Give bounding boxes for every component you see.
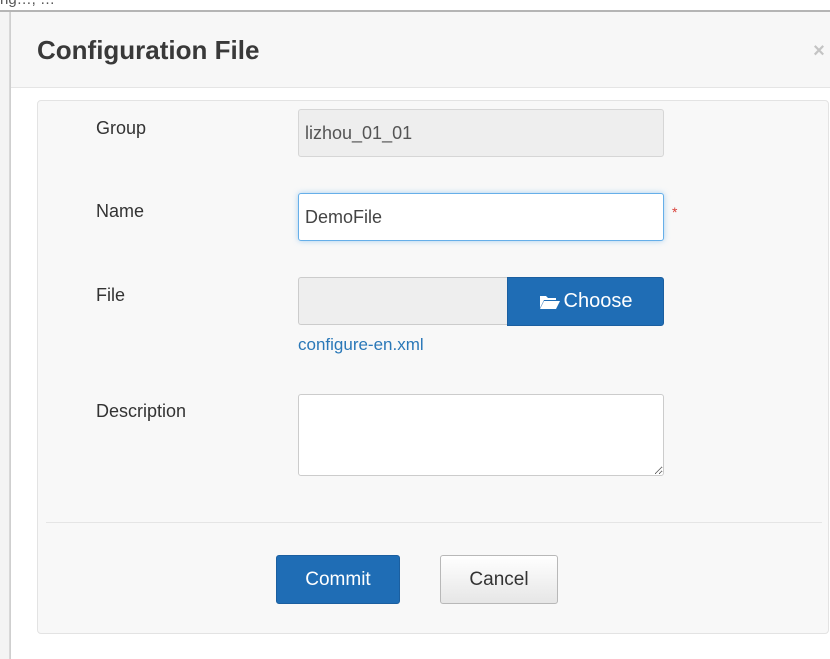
dialog-title: Configuration File — [37, 35, 260, 65]
background-page-strip: ng…, … — [0, 0, 830, 12]
file-path-field[interactable] — [298, 277, 508, 325]
configuration-file-dialog: Configuration File × Group Name * File C… — [10, 12, 830, 659]
file-label: File — [96, 285, 126, 305]
page: ng…, … Configuration File × Group Name *… — [0, 0, 830, 659]
description-label: Description — [96, 401, 187, 421]
background-text-fragment: ng…, … — [0, 0, 55, 8]
choose-file-button[interactable]: Choose — [507, 277, 664, 326]
group-field — [298, 109, 664, 157]
form-divider — [46, 522, 822, 523]
group-label: Group — [96, 118, 147, 138]
name-label: Name — [96, 201, 145, 221]
close-icon[interactable]: × — [810, 41, 828, 61]
form-panel: Group Name * File Choose configure-en.xm… — [37, 100, 829, 634]
selected-file-link[interactable]: configure-en.xml — [298, 333, 424, 357]
required-indicator: * — [672, 204, 678, 220]
dialog-header: Configuration File × — [11, 12, 830, 88]
choose-button-label: Choose — [563, 290, 633, 312]
background-page-edge — [0, 12, 10, 659]
description-textarea[interactable] — [298, 394, 664, 476]
commit-button[interactable]: Commit — [276, 555, 400, 604]
folder-open-icon — [539, 295, 560, 309]
name-field[interactable] — [298, 193, 664, 241]
cancel-button[interactable]: Cancel — [440, 555, 558, 604]
